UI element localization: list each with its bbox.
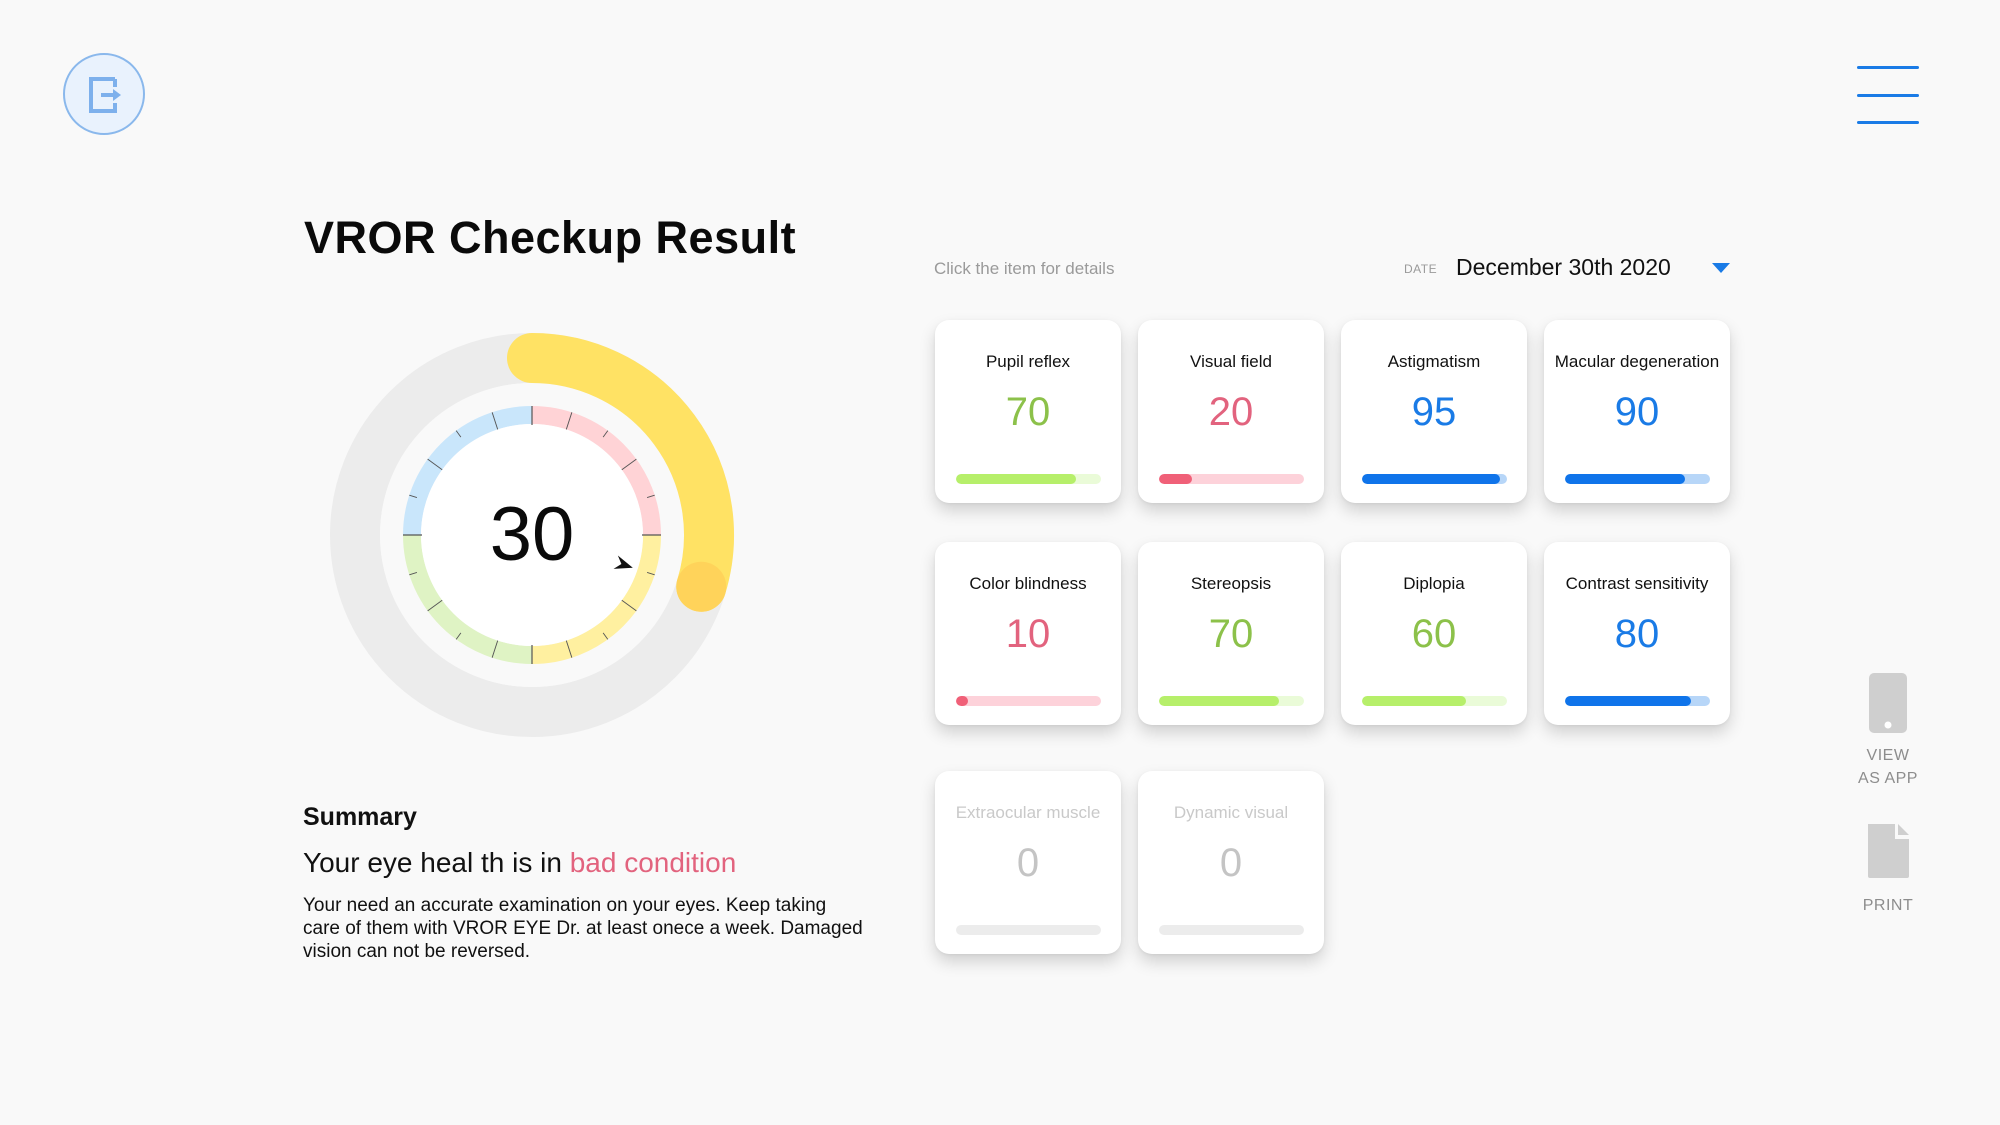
result-card-value: 90: [1614, 390, 1660, 434]
result-card[interactable]: Visual field 20: [1138, 320, 1324, 503]
print-label: PRINT: [1862, 897, 1914, 914]
phone-icon: [1869, 673, 1907, 733]
result-card-value: 0: [1219, 841, 1243, 885]
gauge-knob: [676, 561, 727, 612]
result-card-progress-fill: [956, 474, 1077, 484]
score-gauge: 30: [330, 333, 734, 737]
gauge-score: 30: [490, 492, 575, 577]
result-card[interactable]: Contrast sensitivity 80: [1544, 542, 1730, 725]
result-card-progress: [956, 696, 1101, 706]
result-card-label: Extraocular muscle: [955, 803, 1101, 822]
result-card-label: Pupil reflex: [985, 352, 1071, 371]
summary-headline-text: Your eye heal th is in: [303, 847, 570, 878]
result-card[interactable]: Dynamic visual 0: [1138, 771, 1324, 954]
result-card[interactable]: Diplopia 60: [1341, 542, 1527, 725]
hamburger-menu-icon-line: [1857, 66, 1919, 69]
summary-status: bad condition: [569, 847, 737, 878]
result-card-progress-fill: [1159, 696, 1280, 706]
result-card-label: Dynamic visual: [1173, 803, 1289, 822]
result-card-value: 60: [1411, 612, 1457, 656]
result-card-value: 10: [1005, 612, 1051, 656]
result-card[interactable]: Stereopsis 70: [1138, 542, 1324, 725]
summary-body: Your need an accurate examination on you…: [303, 895, 863, 962]
result-card-progress-fill: [1362, 696, 1467, 706]
result-card-value: 0: [1016, 841, 1040, 885]
result-card-label: Diplopia: [1403, 574, 1465, 593]
result-card[interactable]: Extraocular muscle 0: [935, 771, 1121, 954]
summary-title: Summary: [303, 803, 417, 831]
result-card-progress-fill: [956, 696, 968, 706]
hamburger-menu-icon-line: [1857, 121, 1919, 124]
result-card-progress: [1565, 474, 1710, 484]
result-card-label: Macular degeneration: [1554, 352, 1720, 371]
page-title: VROR Checkup Result: [304, 212, 797, 263]
view-as-app-label-line1: VIEW: [1866, 747, 1910, 764]
result-card-progress-fill: [1565, 696, 1692, 706]
summary-headline: Your eye heal th is in bad condition: [303, 847, 736, 879]
result-card-progress-fill: [1362, 474, 1500, 484]
result-card-label: Stereopsis: [1190, 574, 1272, 593]
result-card-progress: [1362, 696, 1507, 706]
result-card-progress: [1159, 696, 1304, 706]
details-hint: Click the item for details: [934, 259, 1115, 278]
print-button[interactable]: PRINT: [1850, 822, 1926, 917]
result-card-value: 80: [1614, 612, 1660, 656]
result-card-progress-fill: [1159, 474, 1193, 484]
chevron-down-icon[interactable]: [1712, 263, 1730, 273]
result-card-value: 70: [1208, 612, 1254, 656]
result-card[interactable]: Astigmatism 95: [1341, 320, 1527, 503]
view-as-app-button[interactable]: VIEW AS APP: [1850, 672, 1926, 790]
result-card-label: Astigmatism: [1387, 352, 1481, 371]
result-card-label: Visual field: [1190, 352, 1272, 371]
result-card-progress: [1159, 925, 1304, 935]
result-card-progress: [1159, 474, 1304, 484]
document-icon: [1868, 824, 1909, 878]
result-card[interactable]: Pupil reflex 70: [935, 320, 1121, 503]
menu-button[interactable]: [1855, 66, 1921, 128]
result-card-value: 70: [1005, 390, 1051, 434]
result-card-value: 95: [1411, 390, 1457, 434]
view-as-app-label-line2: AS APP: [1858, 770, 1918, 787]
date-label: DATE: [1404, 262, 1438, 276]
result-card-value: 20: [1208, 390, 1254, 434]
date-select[interactable]: December 30th 2020: [1456, 254, 1671, 281]
result-card[interactable]: Macular degeneration 90: [1544, 320, 1730, 503]
result-card-label: Contrast sensitivity: [1565, 574, 1709, 593]
result-card-progress: [956, 474, 1101, 484]
result-card[interactable]: Color blindness 10: [935, 542, 1121, 725]
result-card-progress: [1565, 696, 1710, 706]
hamburger-menu-icon-line: [1857, 94, 1919, 97]
exit-door-arrow-icon: [89, 77, 121, 113]
exit-button[interactable]: [63, 53, 145, 135]
result-card-progress: [956, 925, 1101, 935]
result-card-progress: [1362, 474, 1507, 484]
result-card-label: Color blindness: [969, 574, 1087, 593]
result-card-progress-fill: [1565, 474, 1686, 484]
